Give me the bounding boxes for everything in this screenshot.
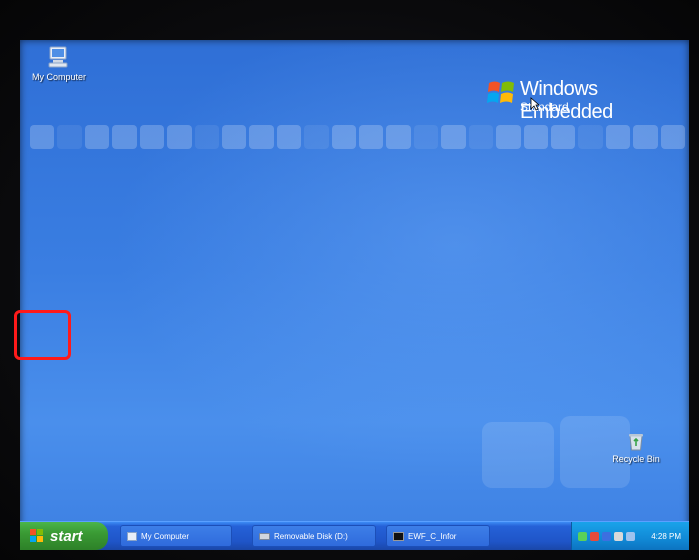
windows-flag-icon xyxy=(30,529,43,542)
display-icon[interactable] xyxy=(626,531,635,541)
start-label: start xyxy=(50,527,83,545)
system-tray: 4:28 PM xyxy=(571,522,689,550)
taskbar-button-my-computer[interactable]: My Computer xyxy=(120,525,232,547)
wallpaper-tile-large xyxy=(482,422,554,488)
recycle-bin-icon xyxy=(629,434,643,451)
cmd-icon xyxy=(393,531,404,541)
highlight-box xyxy=(14,310,71,360)
taskbar-button-removable-disk[interactable]: Removable Disk (D:) xyxy=(252,525,376,547)
desktop-screen[interactable]: My Computer Windows Embedded Standard Re… xyxy=(20,40,689,550)
desktop-icon-label: My Computer xyxy=(31,72,86,82)
computer-icon xyxy=(48,46,68,68)
taskbar-button-label: Removable Disk (D:) xyxy=(274,531,348,541)
taskbar-button-label: My Computer xyxy=(141,531,190,541)
taskbar: start My Computer Removable Disk (D:) EW… xyxy=(20,521,689,550)
desktop-icon-label: Recycle Bin xyxy=(612,454,660,464)
taskbar-button-ewf-c-infor[interactable]: EWF_C_Infor xyxy=(386,525,490,547)
desktop-icon-my-computer[interactable]: My Computer xyxy=(24,44,94,82)
tray-app-icon[interactable] xyxy=(602,531,611,541)
volume-icon[interactable] xyxy=(614,531,623,541)
security-icon[interactable] xyxy=(590,531,599,541)
drive-icon xyxy=(259,532,270,540)
desktop-icon-recycle-bin[interactable]: Recycle Bin xyxy=(606,430,666,464)
network-icon[interactable] xyxy=(578,531,587,541)
windows-embedded-logo: Windows Embedded Standard xyxy=(482,74,689,123)
clock[interactable]: 4:28 PM xyxy=(651,532,681,541)
taskbar-button-label: EWF_C_Infor xyxy=(408,531,457,541)
windows-flag-icon xyxy=(487,81,514,103)
mouse-pointer-icon xyxy=(530,97,540,111)
start-button[interactable]: start xyxy=(20,522,108,550)
wallpaper-tiles xyxy=(30,125,686,151)
brand-subtitle: Standard xyxy=(520,100,569,114)
computer-icon xyxy=(127,531,137,541)
